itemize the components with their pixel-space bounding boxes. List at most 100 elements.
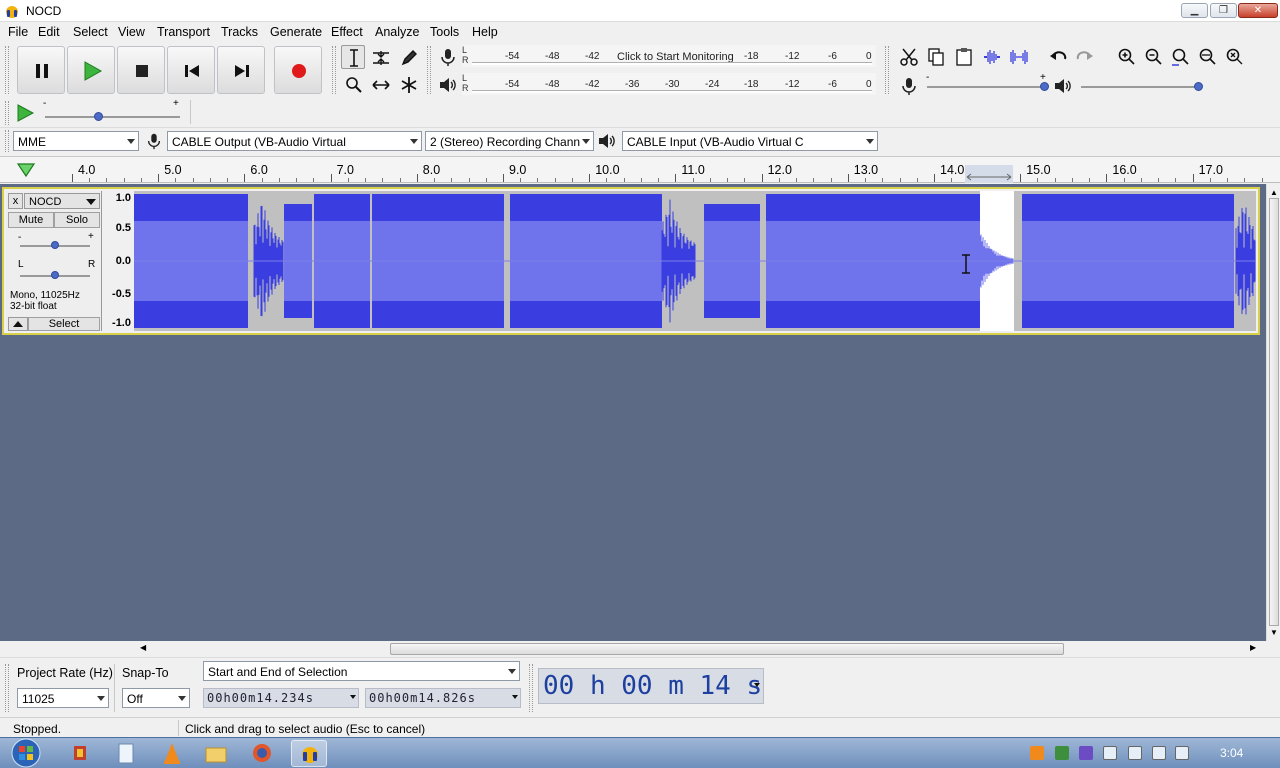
maximize-button[interactable]: ❐ xyxy=(1210,3,1237,18)
selection-mode-select[interactable]: Start and End of Selection xyxy=(203,661,520,681)
track-menu-button[interactable]: NOCD xyxy=(24,193,100,209)
recording-channels-select[interactable]: 2 (Stereo) Recording Chann xyxy=(425,131,594,151)
menu-analyze[interactable]: Analyze xyxy=(375,25,419,39)
menu-transport[interactable]: Transport xyxy=(157,25,210,39)
zoom-out-button[interactable] xyxy=(1141,44,1165,68)
toolbar-grip[interactable] xyxy=(5,664,9,712)
clock[interactable]: 3:04 xyxy=(1220,746,1243,760)
track-area[interactable]: x NOCD Mute Solo - + L R Mono, 11025Hz 3… xyxy=(0,184,1266,641)
menu-view[interactable]: View xyxy=(118,25,145,39)
zoom-toggle-button[interactable] xyxy=(1222,44,1246,68)
menu-tracks[interactable]: Tracks xyxy=(221,25,258,39)
fit-selection-button[interactable] xyxy=(1168,44,1192,68)
menu-edit[interactable]: Edit xyxy=(38,25,60,39)
zoom-tool[interactable] xyxy=(341,72,365,96)
taskbar-explorer[interactable] xyxy=(198,740,234,767)
scroll-down-icon[interactable]: ▼ xyxy=(1270,628,1278,637)
copy-button[interactable] xyxy=(923,44,947,68)
toolbar-grip[interactable] xyxy=(332,46,336,94)
gain-slider-knob[interactable] xyxy=(51,241,59,249)
toolbar-grip[interactable] xyxy=(529,664,533,712)
multi-tool[interactable] xyxy=(396,72,420,96)
snap-to-select[interactable]: Off xyxy=(122,688,190,708)
draw-tool[interactable] xyxy=(396,45,420,69)
record-meter[interactable]: LR -54 -48 -42 Click to Start Monitoring… xyxy=(462,45,876,67)
redo-button[interactable] xyxy=(1072,44,1096,68)
menu-select[interactable]: Select xyxy=(73,25,108,39)
selection-tool[interactable] xyxy=(341,45,365,69)
recording-volume-slider[interactable] xyxy=(927,86,1045,88)
selection-start-time[interactable]: 00h00m14.234s xyxy=(203,688,359,708)
close-track-button[interactable]: x xyxy=(8,193,23,209)
taskbar-vlc[interactable] xyxy=(154,740,190,767)
play-at-speed-button[interactable] xyxy=(14,102,36,124)
time-shift-tool[interactable] xyxy=(368,72,392,96)
toolbar-grip[interactable] xyxy=(427,46,431,94)
select-track-button[interactable]: Select xyxy=(28,317,100,331)
taskbar-notepad[interactable] xyxy=(108,740,144,767)
playback-meter[interactable]: LR -54 -48 -42 -36 -30 -24 -18 -12 -6 0 xyxy=(462,73,876,95)
recording-device-select[interactable]: CABLE Output (VB-Audio Virtual xyxy=(167,131,422,151)
cut-button[interactable] xyxy=(896,44,920,68)
volume-icon[interactable] xyxy=(1175,746,1189,760)
envelope-tool[interactable] xyxy=(368,45,392,69)
selection-region-marker[interactable] xyxy=(965,165,1013,183)
playback-device-select[interactable]: CABLE Input (VB-Audio Virtual C xyxy=(622,131,878,151)
speed-slider[interactable] xyxy=(45,116,180,118)
tray-icon[interactable] xyxy=(1103,746,1117,760)
project-rate-select[interactable]: 11025 xyxy=(17,688,109,708)
close-button[interactable]: ✕ xyxy=(1238,3,1278,18)
silence-audio-button[interactable] xyxy=(1006,44,1030,68)
audio-position-display[interactable]: 00 h 00 m 14 s xyxy=(538,668,764,704)
toolbar-grip[interactable] xyxy=(885,46,889,94)
undo-button[interactable] xyxy=(1045,44,1069,68)
menu-tools[interactable]: Tools xyxy=(430,25,459,39)
playback-volume-knob[interactable] xyxy=(1194,82,1203,91)
tray-icon[interactable] xyxy=(1055,746,1069,760)
audio-host-select[interactable]: MME xyxy=(13,131,139,151)
solo-button[interactable]: Solo xyxy=(54,212,100,228)
paste-button[interactable] xyxy=(951,44,975,68)
skip-to-start-button[interactable] xyxy=(167,46,215,94)
menu-generate[interactable]: Generate xyxy=(270,25,322,39)
record-meter-button[interactable] xyxy=(435,44,459,68)
record-button[interactable] xyxy=(274,46,322,94)
waveform-display[interactable] xyxy=(134,191,1256,331)
horizontal-scrollbar[interactable]: ◀ ▶ xyxy=(138,641,1266,657)
toolbar-grip[interactable] xyxy=(5,101,9,125)
menu-file[interactable]: File xyxy=(8,25,28,39)
playback-volume-slider[interactable] xyxy=(1081,86,1199,88)
pan-slider-knob[interactable] xyxy=(51,271,59,279)
timeline-ruler[interactable]: 4.0 5.0 6.0 7.0 8.0 9.0 10.0 11.0 12.0 13.0 14.0 15… xyxy=(0,156,1280,183)
start-button[interactable] xyxy=(6,738,46,768)
scroll-up-icon[interactable]: ▲ xyxy=(1270,188,1278,197)
scroll-left-icon[interactable]: ◀ xyxy=(140,643,146,652)
scroll-right-icon[interactable]: ▶ xyxy=(1250,643,1256,652)
horizontal-scroll-thumb[interactable] xyxy=(390,643,1064,655)
microphone-tray-icon[interactable] xyxy=(1079,746,1093,760)
audio-track[interactable]: x NOCD Mute Solo - + L R Mono, 11025Hz 3… xyxy=(2,187,1260,335)
vlc-tray-icon[interactable] xyxy=(1030,746,1044,760)
trim-audio-button[interactable] xyxy=(979,44,1003,68)
network-icon[interactable] xyxy=(1152,746,1166,760)
toolbar-grip[interactable] xyxy=(5,130,9,152)
minimize-button[interactable]: ▁ xyxy=(1181,3,1208,18)
vertical-scrollbar[interactable]: ▲ ▼ xyxy=(1266,184,1280,641)
taskbar-firefox[interactable] xyxy=(244,740,280,767)
menu-help[interactable]: Help xyxy=(472,25,498,39)
toolbar-grip[interactable] xyxy=(5,46,9,94)
taskbar-app-1[interactable] xyxy=(62,740,98,767)
stop-button[interactable] xyxy=(117,46,165,94)
selection-end-time[interactable]: 00h00m14.826s xyxy=(365,688,521,708)
pin-head-icon[interactable] xyxy=(16,161,36,179)
menu-effect[interactable]: Effect xyxy=(331,25,363,39)
amplitude-scale[interactable]: 1.0 0.5 0.0 -0.5 -1.0 xyxy=(104,191,134,331)
collapse-track-button[interactable] xyxy=(8,317,28,331)
mute-button[interactable]: Mute xyxy=(8,212,54,228)
action-center-flag-icon[interactable] xyxy=(1128,746,1142,760)
skip-to-end-button[interactable] xyxy=(217,46,265,94)
play-button[interactable] xyxy=(67,46,115,94)
fit-project-button[interactable] xyxy=(1195,44,1219,68)
taskbar-audacity[interactable] xyxy=(291,740,327,767)
recording-volume-knob[interactable] xyxy=(1040,82,1049,91)
